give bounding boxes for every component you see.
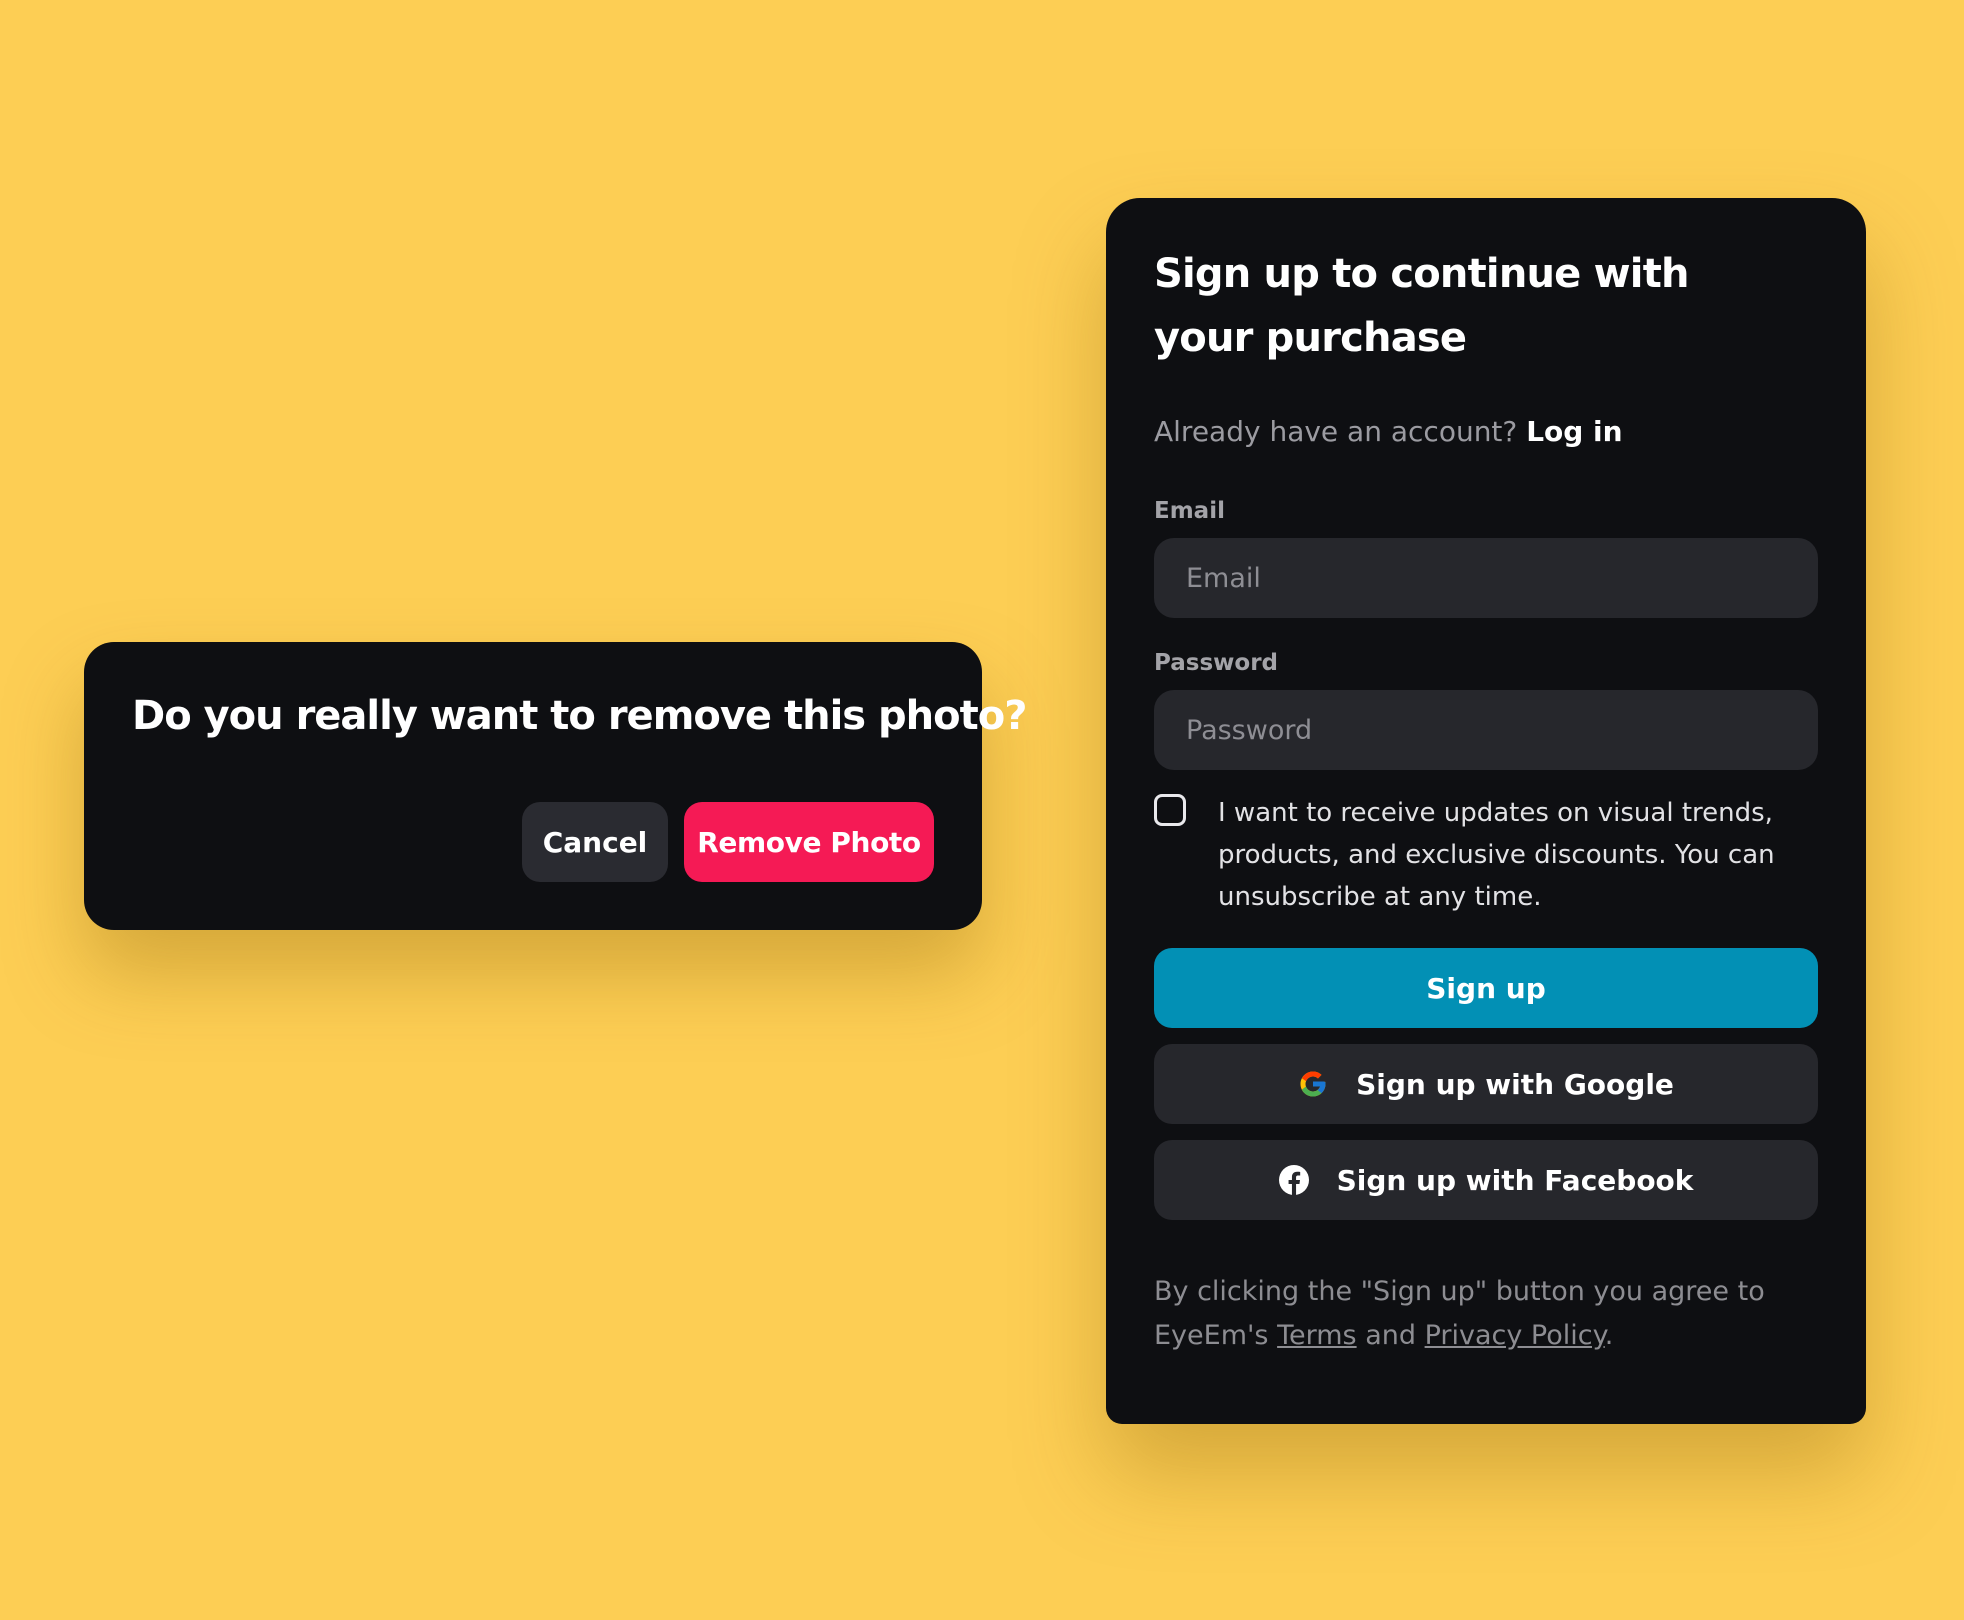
facebook-icon	[1278, 1165, 1309, 1195]
google-icon	[1300, 1071, 1326, 1097]
email-field[interactable]	[1154, 538, 1818, 618]
privacy-policy-link[interactable]: Privacy Policy	[1425, 1320, 1605, 1351]
facebook-signup-button[interactable]: Sign up with Facebook	[1154, 1140, 1818, 1220]
cancel-button[interactable]: Cancel	[522, 802, 668, 882]
dialog-title: Do you really want to remove this photo?	[132, 693, 1027, 739]
login-prompt-line: Already have an account? Log in	[1154, 414, 1818, 450]
newsletter-consent: I want to receive updates on visual tren…	[1154, 792, 1818, 918]
legal-suffix: .	[1604, 1320, 1614, 1351]
remove-photo-button[interactable]: Remove Photo	[684, 802, 934, 882]
google-signup-label: Sign up with Google	[1356, 1067, 1674, 1101]
signup-title: Sign up to continue with your purchase	[1154, 251, 1689, 361]
signup-button[interactable]: Sign up	[1154, 948, 1818, 1028]
legal-and: and	[1365, 1320, 1416, 1351]
email-label: Email	[1154, 498, 1225, 524]
facebook-signup-label: Sign up with Facebook	[1336, 1163, 1694, 1197]
newsletter-consent-text: I want to receive updates on visual tren…	[1218, 798, 1775, 912]
signup-card: Sign up to continue with your purchase A…	[1106, 198, 1866, 1424]
password-field[interactable]	[1154, 690, 1818, 770]
dialog-actions: Cancel Remove Photo	[522, 802, 934, 882]
login-prompt: Already have an account?	[1154, 415, 1518, 448]
legal-notice: By clicking the "Sign up" button you agr…	[1154, 1270, 1818, 1358]
remove-photo-dialog: Do you really want to remove this photo?…	[84, 642, 1027, 930]
login-link[interactable]: Log in	[1526, 415, 1622, 448]
google-signup-button[interactable]: Sign up with Google	[1154, 1044, 1818, 1124]
password-label: Password	[1154, 650, 1278, 676]
terms-link[interactable]: Terms	[1277, 1320, 1357, 1351]
newsletter-checkbox[interactable]	[1154, 794, 1186, 826]
